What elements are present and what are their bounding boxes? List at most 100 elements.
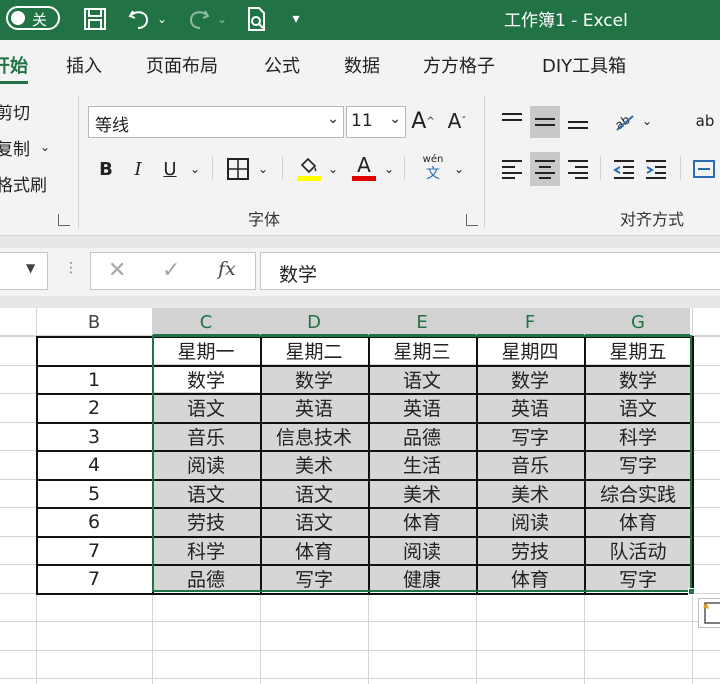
merge-center-button[interactable] <box>690 154 718 184</box>
chevron-down-icon: ▼ <box>26 261 36 275</box>
borders-button[interactable] <box>224 154 252 184</box>
shrink-font-button[interactable]: Aˇ <box>444 106 470 136</box>
align-center-icon <box>535 160 555 179</box>
wrap-text-icon: ab <box>695 112 715 130</box>
divider <box>600 156 601 180</box>
underline-button[interactable]: U <box>156 154 184 184</box>
bottom-align-button[interactable] <box>564 106 592 136</box>
phonetic-guide-button[interactable]: wén 文 <box>418 150 448 186</box>
font-color-swatch <box>352 175 376 181</box>
row-number-cell[interactable]: 6 <box>36 508 152 536</box>
row-number-cell[interactable]: 7 <box>36 565 152 593</box>
tab-data[interactable]: 数据 <box>344 52 380 78</box>
table-border-horizontal <box>36 593 692 595</box>
column-header-c[interactable]: C <box>152 308 260 336</box>
decrease-indent-button[interactable] <box>610 154 638 184</box>
tab-home[interactable]: 开始 <box>0 52 28 78</box>
tab-fangfanggezi[interactable]: 方方格子 <box>423 52 495 78</box>
group-divider <box>78 96 79 228</box>
top-align-icon <box>502 113 522 121</box>
sheet-separator <box>0 296 720 308</box>
row-number-cell[interactable]: 7 <box>36 537 152 565</box>
toggle-knob <box>11 11 25 25</box>
decrease-indent-icon <box>613 160 634 179</box>
table-border-vertical <box>692 336 694 593</box>
dialog-launcher-icon[interactable] <box>466 214 478 226</box>
print-preview-icon[interactable] <box>242 4 272 34</box>
autosave-toggle[interactable]: 关 <box>6 6 60 30</box>
format-painter-label: 格式刷 <box>0 175 47 196</box>
paint-bucket-icon <box>300 157 317 174</box>
wrap-text-button[interactable]: ab <box>690 104 720 138</box>
grid-line-horizontal <box>0 650 720 651</box>
formula-input[interactable]: 数学 <box>260 252 720 290</box>
bottom-align-icon <box>568 121 588 129</box>
align-left-button[interactable] <box>498 154 526 184</box>
font-size-value: 11 <box>351 111 373 131</box>
quick-analysis-button[interactable] <box>698 598 720 628</box>
autosave-label: 关 <box>32 11 48 29</box>
bold-button[interactable]: B <box>92 154 120 184</box>
column-header-g[interactable]: G <box>584 308 692 336</box>
italic-button[interactable]: I <box>124 154 152 184</box>
grow-font-button[interactable]: A ^ <box>410 106 436 136</box>
fill-color-button[interactable] <box>294 152 324 184</box>
copy-button[interactable]: 复制 ⌄ <box>0 134 50 160</box>
chevron-down-icon[interactable]: ⌄ <box>188 154 202 184</box>
undo-dropdown-icon[interactable]: ⌄ <box>154 4 170 34</box>
cancel-icon[interactable]: ✕ <box>108 258 126 283</box>
chevron-down-icon: ⌄ <box>327 111 339 127</box>
title-bar: 关 ⌄ ⌄ ▾ 工作簿1 - Excel <box>0 0 720 40</box>
grow-font-icon: A <box>411 108 427 134</box>
chevron-down-icon[interactable]: ⌄ <box>452 154 466 184</box>
chevron-down-icon[interactable]: ⌄ <box>326 154 340 184</box>
name-box[interactable]: ▼ <box>0 252 48 290</box>
fill-handle[interactable] <box>688 588 695 595</box>
column-header-f[interactable]: F <box>476 308 584 336</box>
row-number-cell[interactable]: 4 <box>36 451 152 479</box>
middle-align-button[interactable] <box>530 106 560 138</box>
column-header-e[interactable]: E <box>368 308 476 336</box>
borders-icon <box>227 158 249 180</box>
row-number-cell[interactable]: 5 <box>36 480 152 508</box>
font-size-select[interactable]: 11 ⌄ <box>346 106 406 138</box>
increase-indent-button[interactable] <box>642 154 670 184</box>
customize-qat-icon[interactable]: ▾ <box>286 4 306 34</box>
insert-function-button[interactable]: fx <box>218 258 236 280</box>
cut-button[interactable]: 剪切 <box>0 98 30 124</box>
chevron-down-icon[interactable]: ⌄ <box>640 106 654 136</box>
align-center-button[interactable] <box>530 152 560 186</box>
copy-label: 复制 <box>0 139 30 160</box>
chevron-down-icon: ⌄ <box>389 111 401 127</box>
chevron-down-icon[interactable]: ⌄ <box>256 154 270 184</box>
row-number-cell[interactable]: 3 <box>36 423 152 451</box>
worksheet[interactable]: B C D E F G 星期一 星期二 星期三 星期四 星期五 1 数学 数学 语文 数学 数学 2 语… <box>0 308 720 684</box>
align-right-button[interactable] <box>564 154 592 184</box>
group-divider <box>484 96 485 228</box>
grid-line-horizontal <box>0 621 720 622</box>
column-header-b[interactable]: B <box>36 308 152 336</box>
font-name-value: 等线 <box>95 116 129 136</box>
format-painter-button[interactable]: 格式刷 <box>0 170 47 196</box>
undo-icon[interactable] <box>124 4 154 34</box>
orientation-button[interactable]: ab <box>610 106 640 136</box>
row-number-cell[interactable]: 2 <box>36 394 152 422</box>
tab-insert[interactable]: 插入 <box>66 52 102 78</box>
top-align-button[interactable] <box>498 106 526 136</box>
more-options-icon[interactable]: ⋮ <box>64 260 78 276</box>
row-number-cell[interactable]: 1 <box>36 366 152 394</box>
tab-page-layout[interactable]: 页面布局 <box>146 52 218 78</box>
chevron-down-icon[interactable]: ⌄ <box>382 154 396 184</box>
cut-label: 剪切 <box>0 103 30 124</box>
tab-formulas[interactable]: 公式 <box>264 52 300 78</box>
save-icon[interactable] <box>80 4 110 34</box>
selection-border <box>152 335 692 592</box>
column-header-d[interactable]: D <box>260 308 368 336</box>
dialog-launcher-icon[interactable] <box>58 214 70 226</box>
font-name-select[interactable]: 等线 ⌄ <box>88 106 344 138</box>
enter-icon[interactable]: ✓ <box>162 258 180 283</box>
underline-icon: U <box>163 158 177 180</box>
tab-diy-toolbox[interactable]: DIY工具箱 <box>542 52 626 78</box>
middle-align-icon <box>535 118 555 126</box>
font-color-button[interactable]: A <box>350 150 378 184</box>
